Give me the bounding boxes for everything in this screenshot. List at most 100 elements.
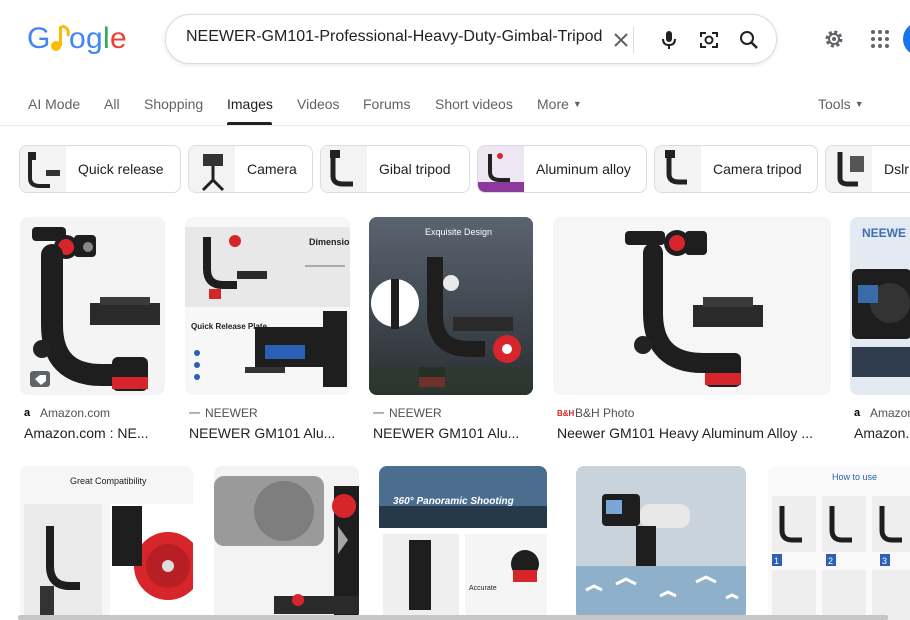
search-divider (633, 27, 634, 53)
image-result[interactable]: Dimension Quick Release Plate — NEEWER N… (185, 217, 350, 447)
image-caption-great-compatibility: Great Compatibility (70, 476, 147, 486)
lens-icon[interactable] (697, 28, 721, 52)
result-image[interactable]: 360° Panoramic Shooting Accurate (379, 466, 547, 620)
amazon-icon: a (24, 407, 31, 419)
mic-icon[interactable] (657, 28, 681, 52)
svg-text:e: e (110, 22, 126, 55)
svg-text:o: o (69, 22, 85, 55)
result-image[interactable] (576, 466, 746, 620)
caret-down-icon: ▼ (572, 99, 582, 109)
step-number: 1 (774, 556, 779, 566)
chip-thumbnail (655, 146, 701, 192)
google-doodle-logo: G o g l e (27, 22, 127, 55)
step-number: 2 (828, 556, 833, 566)
google-logo[interactable]: G o g l e (27, 18, 127, 66)
amazon-icon: a (854, 407, 861, 419)
result-source: — NEEWER (189, 406, 258, 420)
result-image[interactable]: How to use 1 2 3 (768, 466, 910, 620)
tools-button[interactable]: Tools ▼ (818, 96, 864, 112)
image-result[interactable]: B&H B&H Photo Neewer GM101 Heavy Aluminu… (553, 217, 831, 447)
result-source-name: Amazon (870, 406, 910, 420)
result-image[interactable] (553, 217, 831, 395)
neewer-icon: — (189, 407, 200, 419)
result-image[interactable] (214, 466, 359, 620)
tab-ai-mode[interactable]: AI Mode (28, 96, 80, 112)
chip-label: Camera (247, 161, 297, 177)
caret-down-icon: ▼ (854, 99, 864, 109)
result-title[interactable]: NEEWER GM101 Alu... (189, 425, 349, 441)
image-result[interactable]: a Amazon.com Amazon.com : NE... (20, 217, 165, 447)
gear-icon[interactable] (821, 26, 847, 52)
image-caption-neewer: NEEWE (862, 226, 906, 240)
result-image[interactable]: NEEWE (850, 217, 910, 395)
chip-dslr[interactable]: Dslr (825, 145, 910, 193)
chip-quick-release[interactable]: Quick release (19, 145, 181, 193)
tab-videos[interactable]: Videos (297, 96, 340, 112)
svg-text:l: l (103, 22, 109, 55)
tab-all[interactable]: All (104, 96, 120, 112)
result-source: — NEEWER (373, 406, 442, 420)
apps-grid-icon[interactable] (867, 26, 893, 52)
result-title[interactable]: NEEWER GM101 Alu... (373, 425, 533, 441)
chip-label: Quick release (78, 161, 164, 177)
horizontal-scrollbar[interactable] (18, 615, 888, 620)
chip-thumbnail (478, 146, 524, 192)
tools-label: Tools (818, 96, 851, 112)
chip-label: Gibal tripod (379, 161, 451, 177)
search-box[interactable]: NEEWER-GM101-Professional-Heavy-Duty-Gim… (165, 14, 777, 64)
avatar[interactable] (903, 22, 910, 56)
result-title[interactable]: Neewer GM101 Heavy Aluminum Alloy ... (557, 425, 831, 441)
image-result[interactable]: 360° Panoramic Shooting Accurate (379, 466, 547, 620)
neewer-icon: — (373, 407, 384, 419)
image-result[interactable] (214, 466, 359, 620)
close-icon[interactable] (609, 28, 633, 52)
result-image[interactable]: Exquisite Design (369, 217, 533, 395)
svg-text:g: g (86, 22, 102, 55)
chip-camera-tripod[interactable]: Camera tripod (654, 145, 818, 193)
image-result[interactable]: NEEWE a Amazon Amazon. (850, 217, 910, 447)
tab-more-label: More (537, 96, 569, 112)
chip-thumbnail (20, 146, 66, 192)
result-source: a Amazon.com (24, 406, 110, 420)
chip-thumbnail (189, 146, 235, 192)
image-result[interactable]: Exquisite Design — NEEWER NEEWER GM101 A… (369, 217, 533, 447)
result-image[interactable]: Dimension Quick Release Plate (185, 217, 350, 395)
image-result[interactable] (576, 466, 746, 620)
chip-gibal-tripod[interactable]: Gibal tripod (320, 145, 470, 193)
result-title[interactable]: Amazon. (854, 425, 910, 441)
chip-thumbnail (321, 146, 367, 192)
image-result[interactable]: How to use 1 2 3 (768, 466, 910, 620)
image-caption-how-to-use: How to use (832, 472, 877, 482)
image-caption-accurate: Accurate (469, 585, 497, 592)
chip-thumbnail (826, 146, 872, 192)
image-caption-exquisite-design: Exquisite Design (425, 227, 492, 237)
chip-label: Dslr (884, 161, 909, 177)
chip-aluminum-alloy[interactable]: Aluminum alloy (477, 145, 647, 193)
chip-label: Camera tripod (713, 161, 802, 177)
tab-more[interactable]: More ▼ (537, 96, 582, 112)
search-icon[interactable] (737, 28, 761, 52)
tab-shopping[interactable]: Shopping (144, 96, 203, 112)
result-source-name: B&H Photo (575, 406, 635, 420)
chip-camera[interactable]: Camera (188, 145, 313, 193)
result-source: B&H B&H Photo (557, 406, 634, 420)
tab-forums[interactable]: Forums (363, 96, 410, 112)
result-image[interactable]: Great Compatibility (20, 466, 193, 620)
image-result[interactable]: Great Compatibility (20, 466, 193, 620)
image-caption-panoramic: 360° Panoramic Shooting (393, 496, 514, 507)
search-input[interactable]: NEEWER-GM101-Professional-Heavy-Duty-Gim… (186, 28, 604, 52)
tab-short-videos[interactable]: Short videos (435, 96, 513, 112)
tab-images[interactable]: Images (227, 96, 273, 112)
chip-label: Aluminum alloy (536, 161, 631, 177)
result-source: a Amazon (854, 406, 910, 420)
header: G o g l e NEEWER-GM101-Professional-Heav… (0, 0, 910, 80)
result-title[interactable]: Amazon.com : NE... (24, 425, 164, 441)
result-source-name: NEEWER (205, 406, 258, 420)
result-source-name: Amazon.com (40, 406, 111, 420)
svg-text:G: G (27, 22, 49, 55)
result-image[interactable] (20, 217, 165, 395)
result-source-name: NEEWER (389, 406, 442, 420)
search-tabs: AI Mode All Shopping Images Videos Forum… (0, 92, 910, 126)
bh-photo-icon: B&H (557, 408, 575, 418)
tabs-divider (0, 125, 910, 126)
